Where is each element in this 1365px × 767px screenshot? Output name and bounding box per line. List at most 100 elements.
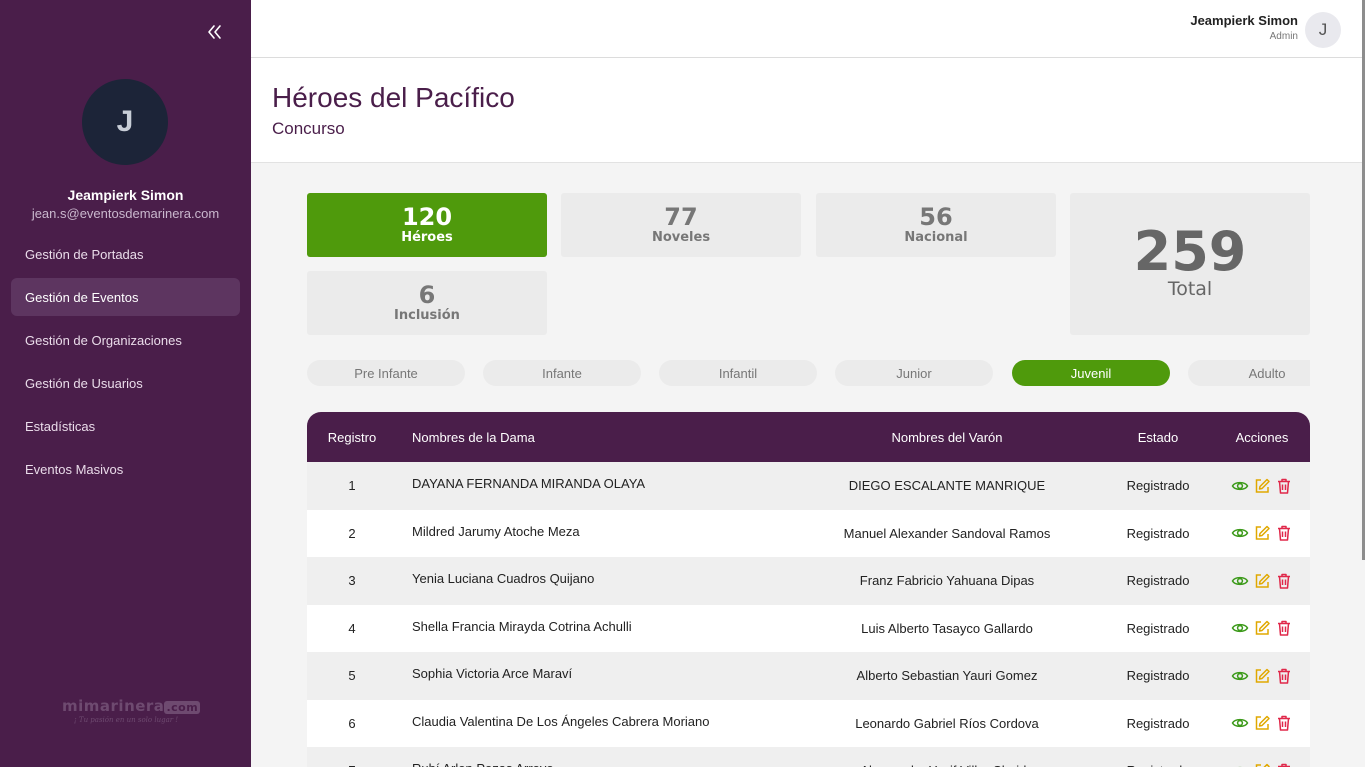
eye-icon	[1231, 671, 1249, 680]
brand-logo-main: mimarinera	[62, 697, 165, 715]
cell-registro: 6	[348, 715, 356, 731]
trash-icon	[1278, 526, 1290, 541]
view-button[interactable]	[1231, 667, 1249, 685]
edit-icon	[1255, 668, 1270, 683]
brand-logo-suffix: .com	[164, 701, 201, 714]
stat-card-inclusion[interactable]: 6 Inclusión	[307, 271, 547, 335]
sidebar-item-portadas[interactable]: Gestión de Portadas	[11, 235, 240, 273]
category-tabs: Pre Infante Infante Infantil Junior Juve…	[307, 360, 1310, 386]
cell-dama: DAYANA FERNANDA MIRANDA OLAYA	[412, 476, 646, 491]
edit-button[interactable]	[1253, 667, 1271, 685]
avatar-letter: J	[1318, 20, 1328, 39]
edit-button[interactable]	[1253, 477, 1271, 495]
edit-button[interactable]	[1253, 572, 1271, 590]
stat-value: 120	[401, 203, 453, 231]
tab-infantil[interactable]: Infantil	[659, 360, 817, 386]
cell-acciones	[1227, 557, 1297, 605]
edit-button[interactable]	[1253, 524, 1271, 542]
cell-dama: Shella Francia Mirayda Cotrina Achulli	[412, 618, 632, 634]
sidebar-item-organizaciones[interactable]: Gestión de Organizaciones	[11, 321, 240, 359]
delete-button[interactable]	[1275, 667, 1293, 685]
stat-value: 77	[664, 203, 698, 231]
collapse-sidebar-button[interactable]	[203, 20, 227, 44]
sidebar-item-label: Gestión de Usuarios	[25, 375, 143, 391]
edit-button[interactable]	[1253, 714, 1271, 732]
sidebar-item-estadisticas[interactable]: Estadísticas	[11, 407, 240, 445]
top-user-role: Admin	[1269, 31, 1298, 42]
page-header: Héroes del Pacífico Concurso	[251, 58, 1363, 163]
view-button[interactable]	[1231, 714, 1249, 732]
eye-icon	[1231, 624, 1249, 633]
tab-junior[interactable]: Junior	[835, 360, 993, 386]
stat-card-nacional[interactable]: 56 Nacional	[816, 193, 1056, 257]
stat-card-noveles[interactable]: 77 Noveles	[561, 193, 801, 257]
view-button[interactable]	[1231, 524, 1249, 542]
cell-registro: 1	[348, 478, 356, 494]
eye-icon	[1231, 481, 1249, 490]
sidebar-item-eventos[interactable]: Gestión de Eventos	[11, 278, 240, 316]
delete-button[interactable]	[1275, 619, 1293, 637]
sidebar-item-eventos-masivos[interactable]: Eventos Masivos	[11, 450, 240, 488]
user-avatar-button[interactable]: J	[1305, 12, 1341, 48]
registrations-table: Registro Nombres de la Dama Nombres del …	[307, 412, 1310, 767]
double-chevron-left-icon	[208, 25, 221, 39]
edit-button[interactable]	[1253, 762, 1271, 767]
sidebar-item-usuarios[interactable]: Gestión de Usuarios	[11, 364, 240, 402]
edit-button[interactable]	[1253, 619, 1271, 637]
stat-value: 259	[1133, 220, 1247, 283]
stat-label: Héroes	[401, 230, 453, 245]
cell-acciones	[1227, 747, 1297, 767]
stat-label: Nacional	[904, 230, 968, 245]
top-user-info: Jeampierk Simon Admin	[1190, 13, 1298, 42]
view-button[interactable]	[1231, 572, 1249, 590]
delete-button[interactable]	[1275, 572, 1293, 590]
tab-infante[interactable]: Infante	[483, 360, 641, 386]
brand-logo: mimarinera .com ¡ Tu pasión en un solo lu…	[62, 697, 201, 724]
cell-registro: 4	[348, 620, 356, 636]
cell-varon: Luis Alberto Tasayco Gallardo	[861, 620, 1033, 636]
view-button[interactable]	[1231, 477, 1249, 495]
tab-juvenil[interactable]: Juvenil	[1012, 360, 1170, 386]
table-row: 7 Rubí Arlen Pozas Arroyo Alessandro Yos…	[307, 747, 1310, 767]
edit-icon	[1255, 763, 1270, 767]
avatar: J	[82, 79, 168, 165]
cell-estado: Registrado	[1126, 478, 1190, 494]
table-row: 4 Shella Francia Mirayda Cotrina Achulli…	[307, 604, 1310, 652]
delete-button[interactable]	[1275, 714, 1293, 732]
cell-estado: Registrado	[1126, 573, 1190, 589]
cell-dama: Yenia Luciana Cuadros Quijano	[412, 571, 595, 586]
stat-label: Total	[1167, 278, 1213, 300]
view-button[interactable]	[1231, 762, 1249, 767]
sidebar-item-label: Gestión de Eventos	[25, 289, 139, 305]
tab-label: Infantil	[718, 365, 758, 381]
cell-varon: Manuel Alexander Sandoval Ramos	[843, 525, 1051, 541]
cell-acciones	[1227, 700, 1297, 748]
column-header-dama: Nombres de la Dama	[412, 429, 535, 445]
eye-icon	[1237, 766, 1243, 767]
tab-pre-infante[interactable]: Pre Infante	[307, 360, 465, 386]
table-header: Registro Nombres de la Dama Nombres del …	[307, 412, 1310, 462]
tab-label: Infante	[542, 365, 582, 381]
cell-estado: Registrado	[1126, 525, 1190, 541]
table-row: 3 Yenia Luciana Cuadros Quijano Franz Fa…	[307, 557, 1310, 605]
sidebar: J Jeampierk Simon jean.s@eventosdemarine…	[0, 0, 251, 767]
cell-varon: Franz Fabricio Yahuana Dipas	[859, 573, 1035, 589]
stat-value: 6	[418, 281, 436, 309]
delete-button[interactable]	[1275, 477, 1293, 495]
cell-acciones	[1227, 462, 1297, 510]
brand-logo-tagline: ¡ Tu pasión en un solo lugar !	[73, 716, 179, 724]
tab-label: Junior	[896, 365, 932, 381]
cell-dama: Claudia Valentina De Los Ángeles Cabrera…	[412, 713, 710, 729]
tab-adulto[interactable]: Adulto	[1188, 360, 1310, 386]
delete-button[interactable]	[1275, 524, 1293, 542]
column-header-registro: Registro	[327, 429, 377, 445]
cell-acciones	[1227, 652, 1297, 700]
cell-registro: 2	[348, 525, 356, 541]
view-button[interactable]	[1231, 619, 1249, 637]
stat-card-heroes[interactable]: 120 Héroes	[307, 193, 547, 257]
tab-label: Juvenil	[1070, 365, 1112, 381]
page-subtitle: Concurso	[272, 119, 345, 138]
eye-icon	[1231, 576, 1249, 585]
delete-button[interactable]	[1275, 762, 1293, 767]
eye-icon	[1231, 529, 1249, 538]
